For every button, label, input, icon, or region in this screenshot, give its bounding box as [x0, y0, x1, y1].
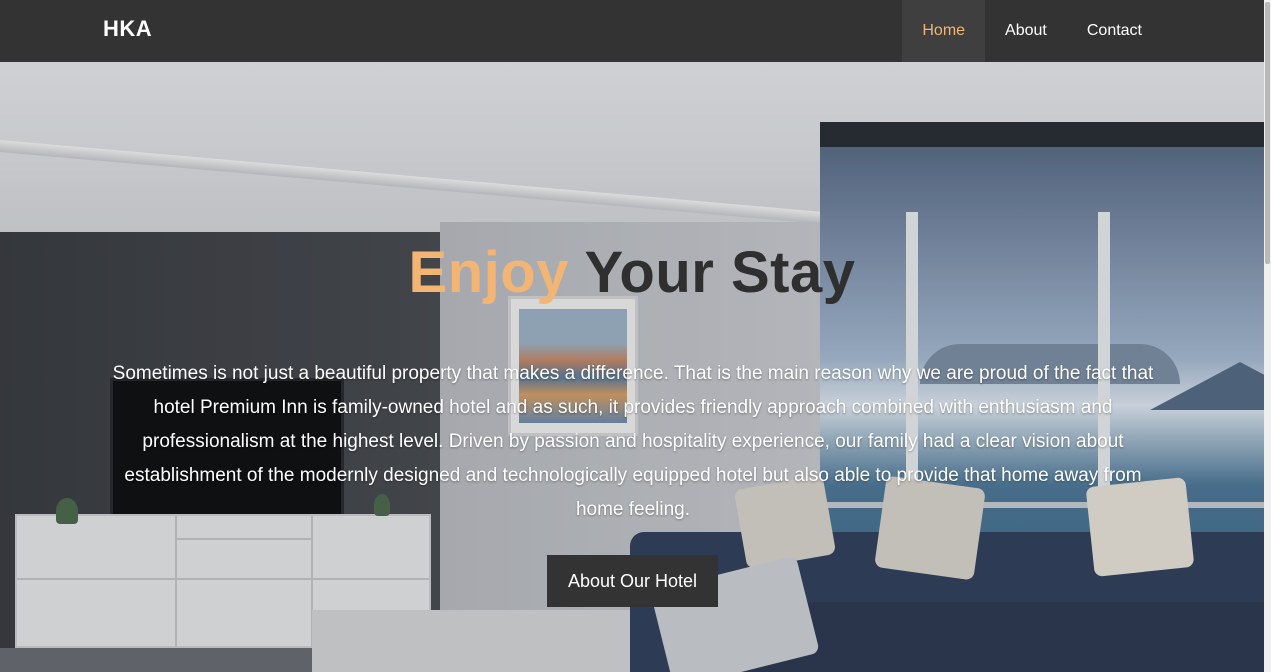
- brand-logo[interactable]: HKA: [103, 16, 152, 42]
- hero-description: Sometimes is not just a beautiful proper…: [112, 363, 1154, 520]
- nav-link-home[interactable]: Home: [902, 0, 986, 62]
- hero-title-rest: Your Stay: [584, 240, 856, 305]
- about-our-hotel-button[interactable]: About Our Hotel: [547, 555, 718, 607]
- page-scrollbar[interactable]: [1264, 0, 1271, 672]
- hero-title-accent: Enjoy: [408, 240, 569, 305]
- hero-section: Enjoy Your Stay Sometimes is not just a …: [0, 62, 1264, 672]
- nav-link-about[interactable]: About: [985, 0, 1067, 62]
- nav-link-contact[interactable]: Contact: [1067, 0, 1162, 62]
- top-navbar: HKA Home About Contact: [0, 0, 1264, 62]
- nav-links: Home About Contact: [902, 0, 1162, 62]
- scrollbar-thumb[interactable]: [1265, 2, 1270, 264]
- hero-title: Enjoy Your Stay: [0, 239, 1264, 306]
